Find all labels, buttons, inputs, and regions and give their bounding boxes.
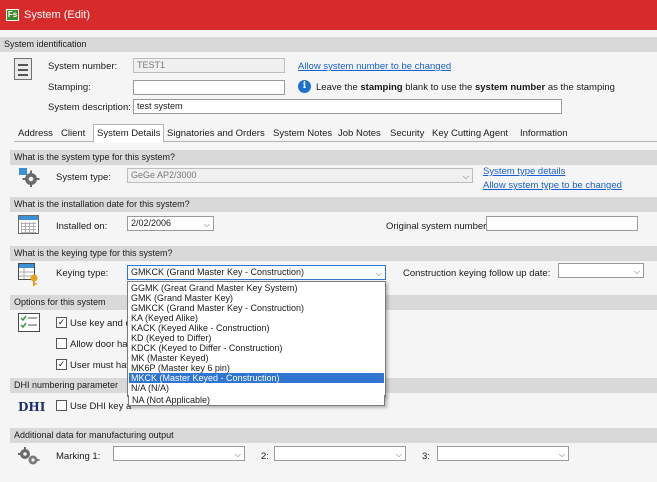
keying-type-dropdown-list: GGMK (Great Grand Master Key System) GMK… <box>127 281 386 397</box>
system-type-select: GeGe AP2/3000 ⌵ <box>127 168 473 183</box>
keying-option[interactable]: KD (Keyed to Differ) <box>129 333 384 343</box>
tab-signatories-orders[interactable]: Signatories and Orders <box>163 124 269 142</box>
installation-date-header: What is the installation date for this s… <box>10 197 657 212</box>
keying-option[interactable]: GMK (Grand Master Key) <box>129 293 384 303</box>
marking-1-select[interactable]: ⌵ <box>113 446 245 461</box>
allow-door-checkbox[interactable] <box>56 338 67 349</box>
chevron-down-icon[interactable]: ⌵ <box>376 267 382 279</box>
system-number-label: System number: <box>48 61 118 72</box>
marking-3-select[interactable]: ⌵ <box>437 446 569 461</box>
system-identification-header: System identification <box>0 37 657 52</box>
allow-door-label: Allow door har <box>70 339 131 350</box>
marking-2-label: 2: <box>261 451 269 462</box>
use-key-label: Use key and d <box>70 318 131 329</box>
stamping-hint: Leave the stamping blank to use the syst… <box>316 82 615 93</box>
marking-3-label: 3: <box>422 451 430 462</box>
keying-option[interactable]: KDCK (Keyed to Differ - Construction) <box>129 343 384 353</box>
construction-followup-label: Construction keying follow up date: <box>403 268 551 279</box>
installed-on-date-picker[interactable]: 2/02/2006 ⌵ <box>127 216 214 231</box>
calendar-icon <box>18 215 39 234</box>
tab-information[interactable]: Information <box>516 124 572 142</box>
use-dhi-key-label: Use DHI key a <box>70 401 132 412</box>
keying-type-label: Keying type: <box>56 268 109 279</box>
system-description-label: System description: <box>48 102 131 113</box>
app-icon: Fs <box>6 9 19 21</box>
system-type-label: System type: <box>56 172 111 183</box>
allow-system-type-change-link[interactable]: Allow system type to be changed <box>483 180 622 191</box>
use-dhi-key-checkbox[interactable] <box>56 400 67 411</box>
keying-option[interactable]: MK6P (Master key 6 pin) <box>129 363 384 373</box>
construction-followup-date-picker[interactable]: ⌵ <box>558 263 644 278</box>
chevron-down-icon[interactable]: ⌵ <box>634 265 640 277</box>
tab-system-details[interactable]: System Details <box>93 124 165 143</box>
tab-security[interactable]: Security <box>386 124 428 142</box>
checklist-icon <box>18 313 40 332</box>
keying-option[interactable]: MK (Master Keyed) <box>129 353 384 363</box>
tab-client[interactable]: Client <box>57 124 89 142</box>
chevron-down-icon: ⌵ <box>462 172 469 181</box>
system-number-field: TEST1 <box>133 58 285 73</box>
tab-key-cutting-agent[interactable]: Key Cutting Agent <box>428 124 512 142</box>
manufacturing-data-header: Additional data for manufacturing output <box>10 428 657 443</box>
system-description-field[interactable]: test system <box>133 99 562 114</box>
gear-icon <box>18 167 40 187</box>
window-titlebar: Fs System (Edit) <box>0 0 657 30</box>
chevron-down-icon[interactable]: ⌵ <box>204 218 210 230</box>
keying-option[interactable]: KACK (Keyed Alike - Construction) <box>129 323 384 333</box>
marking-2-select[interactable]: ⌵ <box>274 446 406 461</box>
keying-option[interactable]: GGMK (Great Grand Master Key System) <box>129 283 384 293</box>
keying-type-select[interactable]: GMKCK (Grand Master Key - Construction) … <box>127 265 386 280</box>
chevron-down-icon[interactable]: ⌵ <box>559 448 565 460</box>
system-card-icon <box>14 58 32 80</box>
keying-option[interactable]: KA (Keyed Alike) <box>129 313 384 323</box>
keying-option-highlighted[interactable]: MKCK (Master Keyed - Construction) <box>129 373 384 384</box>
keying-type-value: GMKCK (Grand Master Key - Construction) <box>131 267 305 277</box>
key-grid-icon <box>18 263 40 287</box>
tab-strip: Address Client System Details Signatorie… <box>14 124 657 143</box>
use-key-checkbox[interactable]: ✓ <box>56 317 67 328</box>
user-must-have-checkbox[interactable]: ✓ <box>56 359 67 370</box>
dhi-logo: DHI <box>18 400 46 414</box>
stamping-label: Stamping: <box>48 82 91 93</box>
keying-type-header: What is the keying type for this system? <box>10 246 657 261</box>
original-system-number-field[interactable] <box>486 216 638 231</box>
keying-option[interactable]: NA (Not Applicable) <box>128 395 385 406</box>
tab-job-notes[interactable]: Job Notes <box>334 124 385 142</box>
gears-icon <box>18 446 40 466</box>
system-type-value: GeGe AP2/3000 <box>131 170 197 180</box>
window-title: System (Edit) <box>24 9 91 21</box>
installed-on-label: Installed on: <box>56 221 108 232</box>
stamping-field[interactable] <box>133 80 285 95</box>
info-icon: i <box>298 80 311 93</box>
allow-system-number-change-link[interactable]: Allow system number to be changed <box>298 61 451 72</box>
system-type-header: What is the system type for this system? <box>10 150 657 165</box>
tab-address[interactable]: Address <box>14 124 57 142</box>
marking-1-label: Marking 1: <box>56 451 101 462</box>
chevron-down-icon[interactable]: ⌵ <box>396 448 402 460</box>
tab-system-notes[interactable]: System Notes <box>269 124 336 142</box>
system-type-details-link[interactable]: System type details <box>483 166 565 177</box>
keying-option[interactable]: GMKCK (Grand Master Key - Construction) <box>129 303 384 313</box>
chevron-down-icon[interactable]: ⌵ <box>235 448 241 460</box>
installed-on-value: 2/02/2006 <box>131 218 172 228</box>
original-system-number-label: Original system number: <box>386 221 489 232</box>
user-must-have-label: User must hav <box>70 360 132 371</box>
